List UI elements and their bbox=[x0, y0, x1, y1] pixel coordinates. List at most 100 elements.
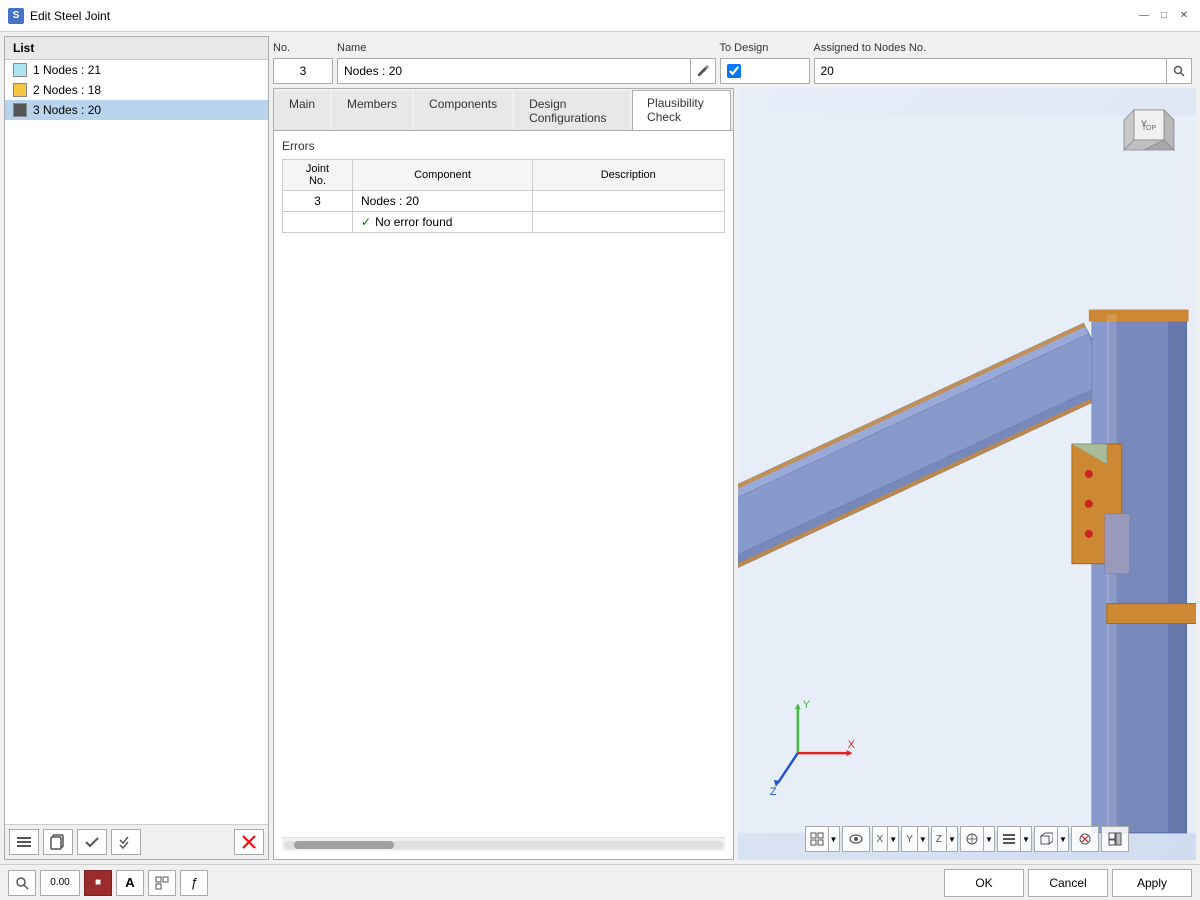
horizontal-scrollbar[interactable] bbox=[282, 837, 725, 851]
minimize-button[interactable]: — bbox=[1136, 8, 1152, 24]
sidebar-label-1: 1 Nodes : 21 bbox=[33, 63, 101, 77]
tab-plausibility[interactable]: Plausibility Check bbox=[632, 90, 730, 130]
sidebar-label-2: 2 Nodes : 18 bbox=[33, 83, 101, 97]
name-input[interactable] bbox=[337, 58, 690, 84]
navigation-cube[interactable]: Y TOP bbox=[1114, 100, 1184, 170]
layers-arrow[interactable]: ▼ bbox=[1020, 826, 1032, 852]
col-component: Component bbox=[353, 160, 533, 191]
check-button[interactable] bbox=[77, 829, 107, 855]
x-axis-icon[interactable]: X bbox=[872, 826, 888, 852]
tab-members[interactable]: Members bbox=[332, 91, 412, 130]
x-axis-button[interactable]: X ▼ bbox=[872, 826, 900, 852]
tab-design-conf[interactable]: Design Configurations bbox=[514, 91, 630, 130]
close-button[interactable]: ✕ bbox=[1176, 8, 1192, 24]
view-preset-button[interactable]: ▼ bbox=[805, 826, 840, 852]
color-icon: ■ bbox=[95, 877, 101, 888]
errors-table: JointNo. Component Description 3 Nodes :… bbox=[282, 159, 725, 233]
sidebar-header: List bbox=[5, 37, 268, 60]
svg-text:TOP: TOP bbox=[1142, 125, 1157, 132]
cube-icon[interactable] bbox=[1034, 826, 1057, 852]
status-view-button[interactable] bbox=[148, 870, 176, 896]
to-design-checkbox[interactable] bbox=[727, 64, 741, 78]
col-description: Description bbox=[533, 160, 725, 191]
z-axis-icon[interactable]: Z bbox=[931, 826, 946, 852]
cell-component-2: ✓ No error found bbox=[353, 212, 533, 233]
errors-section: Errors JointNo. Component Description bbox=[274, 131, 733, 859]
right-section: No. Name To Design bbox=[273, 36, 1196, 860]
bottom-row: Main Members Components Design Configura… bbox=[273, 88, 1196, 860]
add-joint-button[interactable] bbox=[9, 829, 39, 855]
no-error-text: No error found bbox=[375, 215, 452, 229]
ok-button[interactable]: OK bbox=[944, 869, 1024, 897]
to-design-group: To Design bbox=[720, 40, 810, 84]
xyz-arrow[interactable]: ▼ bbox=[983, 826, 995, 852]
check-all-button[interactable] bbox=[111, 829, 141, 855]
xyz-icon[interactable] bbox=[960, 826, 983, 852]
main-content: List 1 Nodes : 21 2 Nodes : 18 3 Nodes :… bbox=[0, 32, 1200, 900]
assigned-pick-button[interactable] bbox=[1166, 58, 1192, 84]
view-preset-arrow[interactable]: ▼ bbox=[828, 826, 840, 852]
scroll-thumb[interactable] bbox=[294, 841, 394, 849]
assigned-group: Assigned to Nodes No. bbox=[814, 40, 1193, 84]
assigned-input[interactable] bbox=[814, 58, 1167, 84]
cell-desc-2 bbox=[533, 212, 725, 233]
sidebar-label-3: 3 Nodes : 20 bbox=[33, 103, 101, 117]
layers-icon[interactable] bbox=[997, 826, 1020, 852]
z-axis-button[interactable]: Z ▼ bbox=[931, 826, 958, 852]
status-font-button[interactable]: A bbox=[116, 870, 144, 896]
sidebar-item-3[interactable]: 3 Nodes : 20 bbox=[5, 100, 268, 120]
svg-text:Y: Y bbox=[802, 699, 810, 711]
window-title: Edit Steel Joint bbox=[30, 9, 1136, 23]
delete-button[interactable] bbox=[234, 829, 264, 855]
sidebar-item-1[interactable]: 1 Nodes : 21 bbox=[5, 60, 268, 80]
no-field-group: No. bbox=[273, 40, 333, 84]
y-axis-arrow[interactable]: ▼ bbox=[917, 826, 929, 852]
check-icon: ✓ bbox=[361, 215, 371, 229]
cell-joint-no-2 bbox=[283, 212, 353, 233]
status-search-button[interactable] bbox=[8, 870, 36, 896]
last-button[interactable] bbox=[1101, 826, 1129, 852]
3d-viewport[interactable]: Y TOP bbox=[738, 88, 1197, 860]
table-row: ✓ No error found bbox=[283, 212, 725, 233]
maximize-button[interactable]: □ bbox=[1156, 8, 1172, 24]
layers-button[interactable]: ▼ bbox=[997, 826, 1032, 852]
steel-joint-visual: Y X Z bbox=[738, 88, 1197, 860]
sidebar-list: 1 Nodes : 21 2 Nodes : 18 3 Nodes : 20 bbox=[5, 60, 268, 824]
viewport-toolbar: ▼ X ▼ Y ▼ bbox=[738, 826, 1197, 852]
sidebar-item-2[interactable]: 2 Nodes : 18 bbox=[5, 80, 268, 100]
status-num-button[interactable]: 0.00 bbox=[40, 870, 80, 896]
name-edit-button[interactable] bbox=[690, 58, 716, 84]
magnet-button[interactable] bbox=[1071, 826, 1099, 852]
view-preset-icon[interactable] bbox=[805, 826, 828, 852]
sidebar-color-3 bbox=[13, 103, 27, 117]
tab-main[interactable]: Main bbox=[274, 91, 330, 130]
dialog-body: List 1 Nodes : 21 2 Nodes : 18 3 Nodes :… bbox=[0, 32, 1200, 864]
cancel-button[interactable]: Cancel bbox=[1028, 869, 1108, 897]
sidebar-footer bbox=[5, 824, 268, 859]
errors-title: Errors bbox=[282, 139, 725, 153]
duplicate-button[interactable] bbox=[43, 829, 73, 855]
cube-arrow[interactable]: ▼ bbox=[1057, 826, 1069, 852]
eye-button[interactable] bbox=[842, 826, 870, 852]
sidebar-color-2 bbox=[13, 83, 27, 97]
no-input[interactable] bbox=[273, 58, 333, 84]
cube-button[interactable]: ▼ bbox=[1034, 826, 1069, 852]
svg-text:X: X bbox=[847, 739, 855, 751]
z-axis-arrow[interactable]: ▼ bbox=[946, 826, 958, 852]
viewport-container: Y TOP bbox=[738, 88, 1197, 860]
tab-components[interactable]: Components bbox=[414, 91, 512, 130]
name-input-group bbox=[337, 58, 716, 84]
top-fields-row: No. Name To Design bbox=[273, 36, 1196, 88]
x-axis-arrow[interactable]: ▼ bbox=[887, 826, 899, 852]
status-color-button[interactable]: ■ bbox=[84, 870, 112, 896]
y-axis-button[interactable]: Y ▼ bbox=[901, 826, 929, 852]
sidebar-color-1 bbox=[13, 63, 27, 77]
app-icon: S bbox=[8, 8, 24, 24]
status-func-button[interactable]: ƒ bbox=[180, 870, 208, 896]
svg-text:Z: Z bbox=[769, 786, 776, 798]
apply-button[interactable]: Apply bbox=[1112, 869, 1192, 897]
scroll-track bbox=[284, 841, 723, 849]
y-axis-icon[interactable]: Y bbox=[901, 826, 917, 852]
xyz-axis-button[interactable]: ▼ bbox=[960, 826, 995, 852]
sidebar: List 1 Nodes : 21 2 Nodes : 18 3 Nodes :… bbox=[4, 36, 269, 860]
